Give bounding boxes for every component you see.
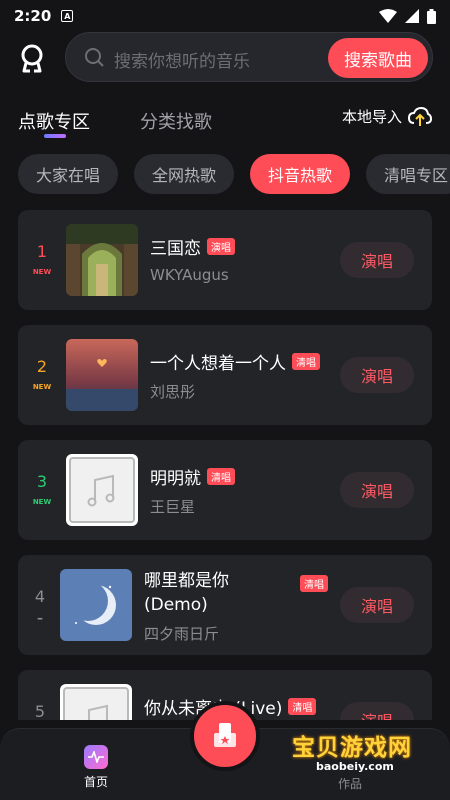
sing-button[interactable]: 演唱 [340,472,414,508]
chip-hot-songs[interactable]: 全网热歌 [134,154,235,194]
search-bar[interactable]: 搜索你想听的音乐 搜索歌曲 [65,32,433,82]
song-rank: 1 [36,242,48,261]
tab-song-request[interactable]: 点歌专区 [18,108,90,134]
sing-button[interactable]: 演唱 [340,702,414,720]
song-cover [66,339,138,411]
song-title: 三国恋 演唱 [150,234,235,259]
watermark-text: 宝贝游戏网 [292,734,412,761]
song-rank: 3 [36,472,48,491]
song-tag: 清唱 [292,353,320,370]
chip-douyin-hot[interactable]: 抖音热歌 [250,154,351,194]
record-button[interactable] [190,701,260,771]
song-rank: 5 [34,702,46,720]
song-artist: WKYAugus [150,266,229,284]
search-song-button[interactable]: 搜索歌曲 [328,38,428,78]
song-rank: 4 [34,587,46,606]
watermark: 宝贝游戏网 baobeiy.com [292,728,442,780]
song-new-badge: NEW [32,383,52,391]
song-title-text: 三国恋 [150,239,201,259]
song-tag: 演唱 [207,238,235,255]
song-card[interactable]: 2 NEW 一个人想着一个人 清唱 刘思彤 演唱 [18,325,432,425]
search-input[interactable]: 搜索你想听的音乐 [114,47,250,72]
song-title-line1: 哪里都是你 [144,571,229,591]
battery-icon [427,8,436,24]
song-trend-badge: – [37,611,43,625]
status-icons [379,8,436,24]
local-import-label: 本地导入 [341,108,402,126]
tab-category[interactable]: 分类找歌 [140,108,212,134]
song-artist: 刘思彤 [150,383,196,401]
local-import-button[interactable]: 本地导入 [342,106,432,127]
sing-button[interactable]: 演唱 [340,357,414,393]
song-tag: 清唱 [300,575,328,592]
search-icon [85,48,104,67]
song-card[interactable]: 3 NEW 明明就 清唱 王巨星 演唱 [18,440,432,540]
song-artist: 四夕雨日斤 [144,625,220,643]
song-tag: 清唱 [207,468,235,485]
sing-button[interactable]: 演唱 [340,242,414,278]
song-new-badge: NEW [32,268,52,276]
song-tag: 清唱 [288,698,317,715]
song-card[interactable]: 1 NEW 三国恋 演唱 WKYAugus 演唱 [18,210,432,310]
song-cover [66,454,138,526]
song-title-line2: (Demo) [144,595,208,615]
song-title: 一个人想着一个人 清唱 [150,349,320,374]
sing-record-icon [214,723,236,747]
nav-home[interactable]: 首页 [80,745,112,790]
wifi-icon [379,9,397,23]
song-rank: 2 [36,357,48,376]
status-time: 2:20 [14,7,52,25]
song-new-badge: NEW [32,498,52,506]
chip-acapella[interactable]: 清唱专区 [366,154,450,194]
song-list: 1 NEW 三国恋 演唱 WKYAugus 演唱 2 NEW 一个人想着一个人 … [18,210,432,720]
tab-active-indicator [44,134,66,138]
song-cover [66,224,138,296]
section-tabs: 点歌专区 分类找歌 本地导入 [0,104,450,140]
home-pulse-icon [84,745,108,769]
song-title-text: 一个人想着一个人 [150,354,286,374]
song-cover [60,684,132,720]
nav-home-label: 首页 [83,775,108,789]
song-title-text: 明明就 [150,469,201,489]
status-bar: 2:20 A [0,0,450,32]
app-logo-icon[interactable] [16,42,48,74]
top-bar: 搜索你想听的音乐 搜索歌曲 [0,30,450,84]
signal-icon [405,9,419,23]
sing-button[interactable]: 演唱 [340,587,414,623]
cloud-upload-icon [408,106,432,126]
song-card[interactable]: 4 – 哪里都是你 (Demo) 清唱 四夕雨日斤 演唱 [18,555,432,655]
song-title: 哪里都是你 (Demo) [144,569,229,617]
notification-icon: A [61,10,74,22]
song-title: 明明就 清唱 [150,464,235,489]
category-chips: 大家在唱 全网热歌 抖音热歌 清唱专区 [18,154,450,194]
song-cover [60,569,132,641]
watermark-url: baobeiy.com [316,760,394,773]
song-artist: 王巨星 [150,498,196,516]
chip-everyone-singing[interactable]: 大家在唱 [18,154,119,194]
